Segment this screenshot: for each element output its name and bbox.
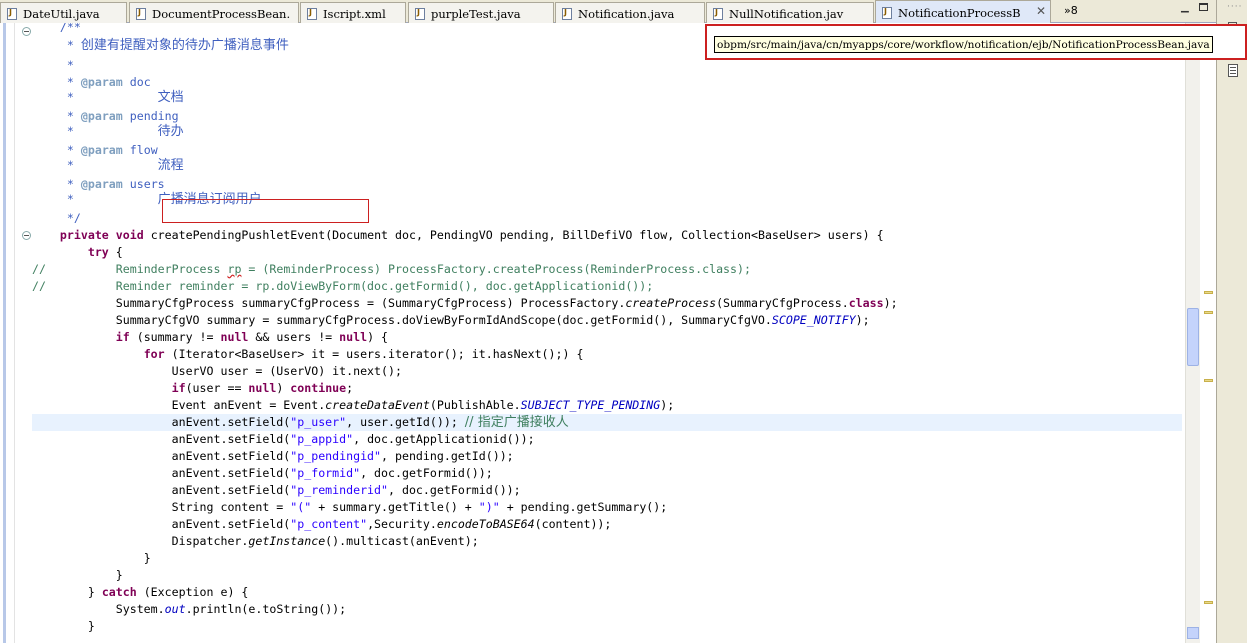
file-path-tooltip: obpm/src/main/java/cn/myapps/core/workfl… (714, 36, 1213, 53)
code-line: Event anEvent = Event.createDataEvent(Pu… (171, 398, 675, 412)
code-editor[interactable]: /** * 创建有提醒对象的待办广播消息事件 * * @param doc * … (0, 23, 1201, 643)
minimize-icon[interactable]: ▁ (1181, 2, 1189, 13)
code-line: * 文档 (66, 90, 184, 105)
code-line: } (87, 619, 95, 633)
code-line: UserVO user = (UserVO) it.next(); (171, 364, 402, 378)
code-line: // Reminder reminder = rp.doViewByForm(d… (32, 279, 654, 293)
code-line: Dispatcher.getInstance().multicast(anEve… (171, 534, 479, 548)
method-name: createPendingPushletEvent (150, 228, 326, 242)
vertical-scrollbar[interactable] (1185, 23, 1200, 643)
tab-label: NullNotification.jav (729, 7, 844, 21)
code-line: try { (87, 245, 123, 259)
close-tab-icon[interactable]: ✕ (1036, 4, 1046, 18)
scrollbar-thumb[interactable] (1187, 308, 1199, 366)
outline-view-icon[interactable] (1228, 64, 1238, 77)
java-file-icon (713, 8, 723, 20)
overview-marker[interactable] (1204, 311, 1213, 314)
tab-purpletest[interactable]: purpleTest.java (408, 2, 554, 23)
method-name-highlight-box (162, 199, 369, 223)
code-line: SummaryCfgProcess summaryCfgProcess = (S… (115, 296, 898, 310)
tab-notification[interactable]: Notification.java (555, 2, 705, 23)
code-line: String content = "(" + summary.getTitle(… (171, 500, 668, 514)
java-file-icon (7, 8, 17, 20)
java-file-icon (415, 8, 425, 20)
code-line: anEvent.setField("p_formid", doc.getForm… (171, 466, 493, 480)
editor-ruler (0, 23, 15, 643)
overview-marker[interactable] (1204, 379, 1213, 382)
editor-tab-bar: DateUtil.java DocumentProcessBean. Iscri… (0, 0, 1247, 23)
tab-label: purpleTest.java (431, 7, 521, 21)
code-line: SummaryCfgVO summary = summaryCfgProcess… (115, 313, 870, 327)
maximize-icon[interactable] (1199, 3, 1208, 11)
code-line: anEvent.setField("p_pendingid", pending.… (171, 449, 514, 463)
tab-nullnotification[interactable]: NullNotification.jav (706, 2, 874, 23)
tab-label: Iscript.xml (323, 7, 386, 21)
code-line: * 待办 (66, 124, 184, 139)
tab-dateutil[interactable]: DateUtil.java (0, 2, 127, 23)
code-line: /** (59, 23, 81, 34)
code-line: } (143, 551, 151, 565)
overview-marker[interactable] (1204, 601, 1213, 604)
java-file-icon (136, 8, 146, 20)
code-line: */ (66, 211, 81, 225)
code-line: anEvent.setField("p_content",Security.en… (171, 517, 612, 531)
code-line: } (115, 568, 123, 582)
code-line: * 流程 (66, 158, 184, 173)
code-line: System.out.println(e.toString()); (115, 602, 347, 616)
tab-label: DocumentProcessBean. (152, 7, 291, 21)
overview-ruler[interactable] (1201, 23, 1216, 643)
tab-label: DateUtil.java (23, 7, 100, 21)
code-line: if(user == null) continue; (171, 381, 354, 395)
xml-file-icon (307, 8, 317, 20)
java-file-icon (882, 7, 892, 19)
fold-collapse-icon[interactable] (22, 231, 31, 240)
code-line: } catch (Exception e) { (87, 585, 249, 599)
tab-notificationprocessbean[interactable]: NotificationProcessB ✕ (875, 0, 1051, 23)
code-line: * (66, 58, 74, 72)
tab-label: Notification.java (578, 7, 675, 21)
code-line: anEvent.setField("p_appid", doc.getAppli… (171, 432, 535, 446)
view-menu-icon[interactable]: ···· (1227, 2, 1242, 12)
code-line: if (summary != null && users != null) { (115, 330, 389, 344)
fold-collapse-icon[interactable] (22, 27, 31, 36)
code-line: * 创建有提醒对象的待办广播消息事件 (66, 38, 289, 53)
code-line: anEvent.setField("p_reminderid", doc.get… (171, 483, 521, 497)
tab-documentprocessbean[interactable]: DocumentProcessBean. (129, 2, 299, 23)
file-path-tooltip-highlight: obpm/src/main/java/cn/myapps/core/workfl… (705, 24, 1247, 60)
tab-overflow-button[interactable]: »8 (1064, 4, 1078, 17)
side-toolbar: ···· (1216, 0, 1247, 643)
code-line: // ReminderProcess rp = (ReminderProcess… (32, 262, 751, 276)
code-line: anEvent.setField("p_user", user.getId())… (171, 415, 569, 430)
code-line: for (Iterator<BaseUser> it = users.itera… (143, 347, 584, 361)
tab-label: NotificationProcessB (898, 6, 1021, 20)
tab-iscript[interactable]: Iscript.xml (300, 2, 406, 23)
code-line: private void createPendingPushletEvent(D… (59, 228, 884, 242)
scroll-down-button[interactable] (1187, 627, 1199, 639)
overview-marker[interactable] (1204, 291, 1213, 294)
java-file-icon (562, 8, 572, 20)
